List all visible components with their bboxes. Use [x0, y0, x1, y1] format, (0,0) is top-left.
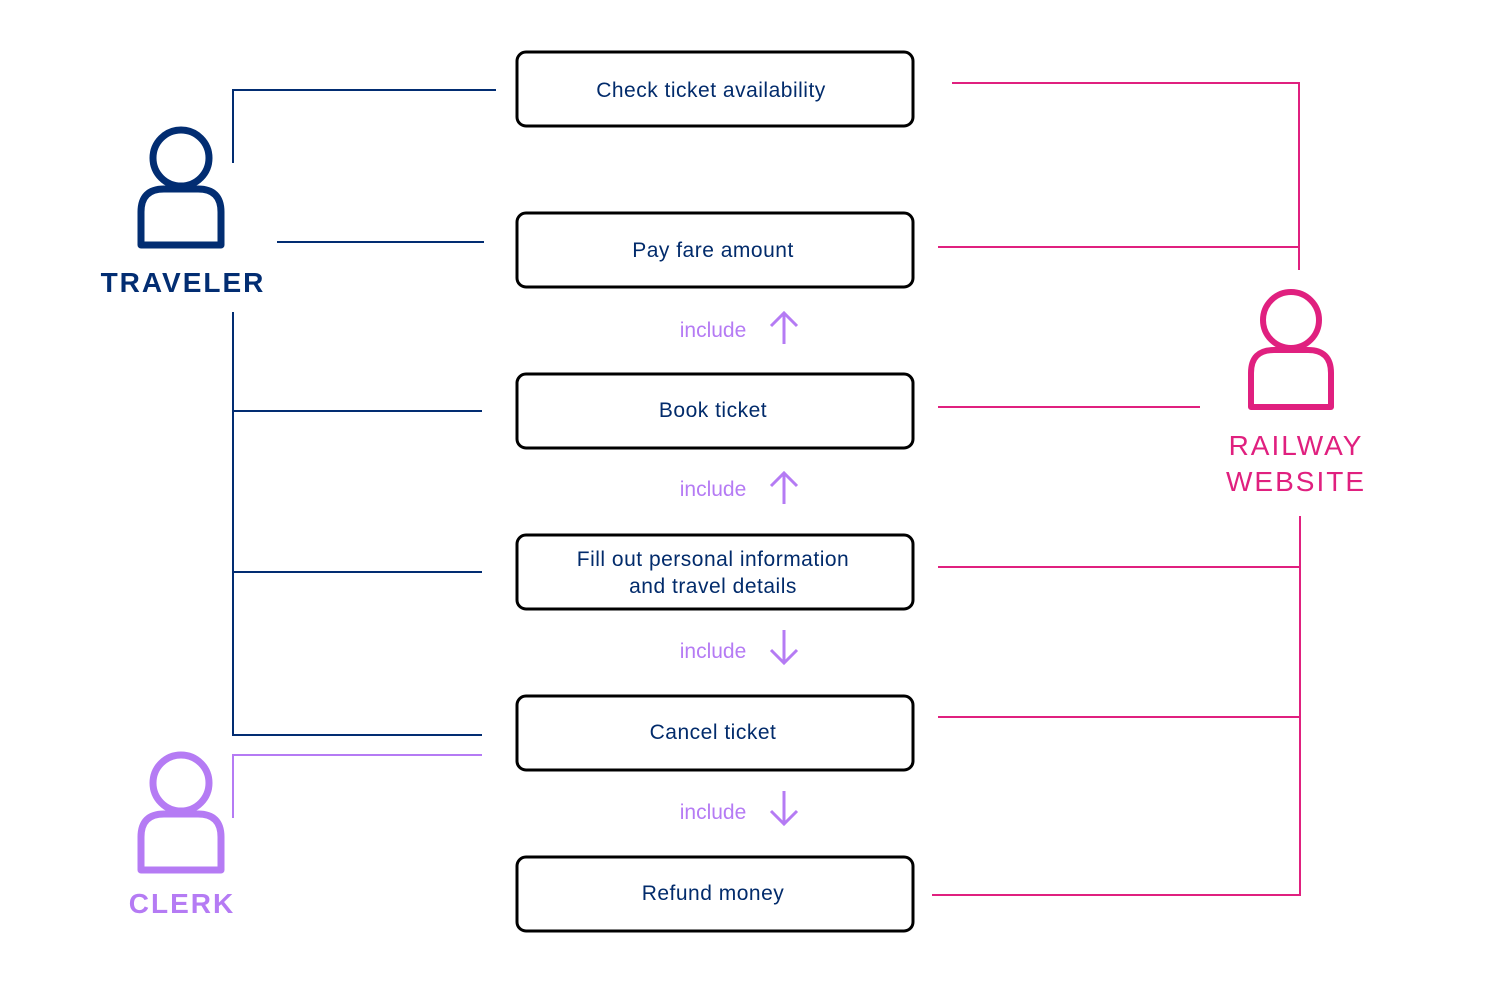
use-case-label-2: and travel details	[629, 575, 797, 598]
use-case-label: Cancel ticket	[650, 721, 777, 744]
actor-railway	[1248, 289, 1334, 410]
person-icon	[149, 126, 213, 190]
include-label: include	[680, 640, 747, 663]
use-case-cancel-ticket[interactable]: Cancel ticket	[515, 694, 915, 772]
connector-traveler-check	[232, 89, 496, 163]
arrow-down-icon	[769, 791, 799, 827]
person-icon-body	[137, 185, 225, 249]
actor-railway-label-1: RAILWAY	[1229, 430, 1364, 461]
include-label: include	[680, 801, 747, 824]
use-case-label: Check ticket availability	[596, 79, 826, 102]
actor-clerk	[137, 751, 225, 874]
use-case-check-availability[interactable]: Check ticket availability	[515, 50, 915, 128]
use-case-book-ticket[interactable]: Book ticket	[515, 372, 915, 450]
include-relation-2: include	[680, 470, 799, 504]
use-case-diagram: TRAVELER CLERK RAILWAY WEBSITE Check tic…	[101, 50, 1366, 933]
use-case-label: Book ticket	[659, 399, 767, 422]
arrow-down-icon	[769, 630, 799, 666]
traveler-connectors	[232, 89, 496, 736]
use-case-pay-fare[interactable]: Pay fare amount	[515, 211, 915, 289]
actor-traveler	[137, 126, 225, 249]
include-relation-3: include	[680, 630, 799, 666]
person-icon	[149, 751, 213, 815]
arrow-up-icon	[769, 470, 799, 504]
use-case-label-1: Fill out personal information	[577, 548, 849, 571]
person-icon	[1260, 289, 1322, 351]
connector-clerk-cancel	[232, 754, 482, 818]
connector-traveler-cancel	[232, 312, 482, 736]
include-relation-4: include	[680, 791, 799, 827]
use-case-refund-money[interactable]: Refund money	[515, 855, 915, 933]
include-relation-1: include	[680, 310, 799, 344]
use-case-fill-details[interactable]: Fill out personal information and travel…	[515, 533, 915, 611]
actor-railway-label-2: WEBSITE	[1226, 466, 1366, 497]
include-label: include	[680, 478, 747, 501]
person-icon-body	[137, 810, 225, 874]
arrow-up-icon	[769, 310, 799, 344]
actor-traveler-label: TRAVELER	[101, 267, 266, 298]
use-case-label: Pay fare amount	[632, 239, 794, 262]
person-icon-body	[1248, 347, 1334, 410]
connector-railway-refund	[932, 516, 1301, 896]
actor-clerk-label: CLERK	[129, 888, 235, 919]
use-case-label: Refund money	[642, 882, 785, 905]
include-label: include	[680, 319, 747, 342]
connector-railway-check	[952, 82, 1300, 270]
